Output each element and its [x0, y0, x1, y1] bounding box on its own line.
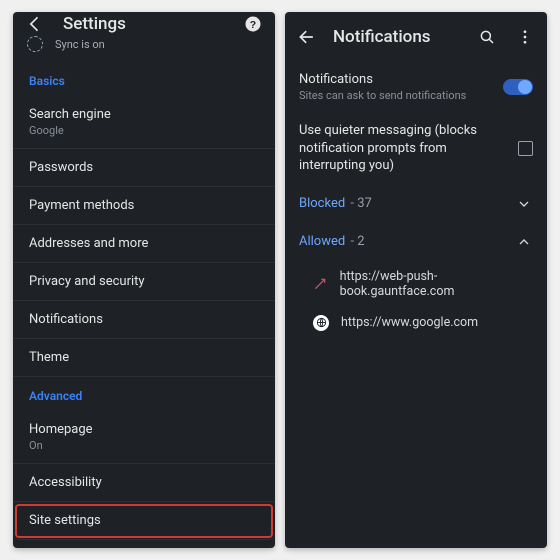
quieter-messaging-checkbox[interactable] — [518, 141, 533, 156]
page-title: Notifications — [333, 27, 461, 47]
item-notifications[interactable]: Notifications — [13, 301, 275, 339]
master-toggle-switch[interactable] — [503, 79, 533, 95]
allowed-count: - 2 — [350, 234, 364, 249]
sync-status-text: Sync is on — [55, 38, 105, 51]
allowed-section[interactable]: Allowed - 2 — [285, 223, 547, 261]
svg-text:?: ? — [250, 19, 256, 31]
chevron-down-icon — [515, 195, 533, 213]
blocked-count: - 37 — [350, 196, 371, 211]
page-title: Settings — [63, 14, 225, 34]
chevron-up-icon — [515, 233, 533, 251]
item-languages[interactable]: Languages — [13, 540, 275, 548]
search-icon[interactable] — [475, 25, 499, 49]
item-theme[interactable]: Theme — [13, 339, 275, 377]
item-accessibility[interactable]: Accessibility — [13, 464, 275, 502]
item-payment-methods[interactable]: Payment methods — [13, 187, 275, 225]
sync-avatar-icon — [27, 36, 43, 52]
section-basics: Basics — [13, 62, 275, 96]
master-toggle-sub: Sites can ask to send notifications — [299, 89, 491, 102]
site-favicon-icon — [313, 276, 328, 292]
master-toggle-title: Notifications — [299, 72, 491, 87]
quieter-messaging-row[interactable]: Use quieter messaging (blocks notificati… — [285, 112, 547, 185]
allowed-label: Allowed — [299, 234, 345, 249]
section-advanced: Advanced — [13, 377, 275, 411]
back-icon[interactable] — [295, 25, 319, 49]
back-icon[interactable] — [23, 12, 47, 36]
help-icon[interactable]: ? — [241, 12, 265, 36]
settings-header: Settings ? — [13, 12, 275, 36]
item-passwords[interactable]: Passwords — [13, 149, 275, 187]
site-favicon-icon — [313, 315, 329, 331]
item-search-engine[interactable]: Search engine Google — [13, 96, 275, 149]
notifications-screen: Notifications Notifications Sites can as… — [285, 12, 547, 548]
quieter-messaging-text: Use quieter messaging (blocks notificati… — [299, 122, 506, 175]
item-privacy[interactable]: Privacy and security — [13, 263, 275, 301]
overflow-menu-icon[interactable] — [513, 25, 537, 49]
site-url: https://www.google.com — [341, 315, 478, 330]
sync-status-row[interactable]: Sync is on — [13, 36, 275, 62]
blocked-label: Blocked — [299, 196, 345, 211]
allowed-site-row[interactable]: https://www.google.com — [285, 307, 547, 339]
blocked-section[interactable]: Blocked - 37 — [285, 185, 547, 223]
notifications-header: Notifications — [285, 12, 547, 62]
item-addresses[interactable]: Addresses and more — [13, 225, 275, 263]
settings-list-basics: Search engine Google Passwords Payment m… — [13, 96, 275, 377]
item-site-settings[interactable]: Site settings — [13, 502, 275, 540]
settings-screen: Settings ? Sync is on Basics Search engi… — [13, 12, 275, 548]
settings-list-advanced: Homepage On Accessibility Site settings … — [13, 411, 275, 548]
item-homepage[interactable]: Homepage On — [13, 411, 275, 464]
master-toggle-row[interactable]: Notifications Sites can ask to send noti… — [285, 62, 547, 112]
site-url: https://web-push-book.gauntface.com — [340, 269, 533, 299]
allowed-site-row[interactable]: https://web-push-book.gauntface.com — [285, 261, 547, 307]
